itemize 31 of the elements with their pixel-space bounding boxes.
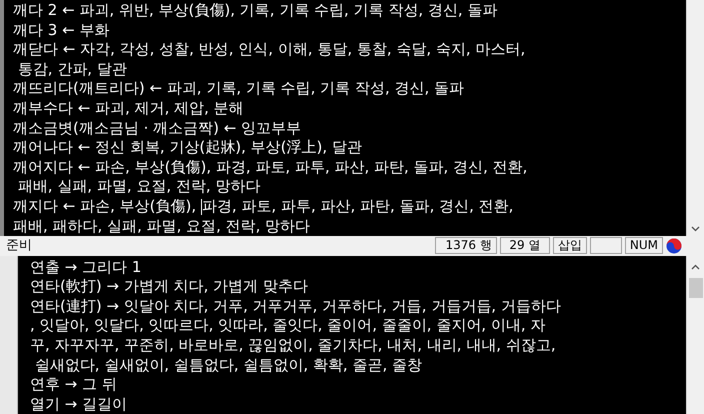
text-line: 쉴새없다, 쉴새없이, 쉴틈없다, 쉴틈없이, 확확, 줄곧, 줄창 [34,356,423,376]
text-line: 패배, 실패, 파멸, 요절, 전락, 망하다 [16,177,262,197]
text-line: , 잇달아, 잇달다, 잇따르다, 잇따라, 줄잇다, 줄이어, 줄줄이, 줄지어, 이내, 자 [30,316,546,336]
text-line: 패배, 패하다, 실패, 파멸, 요절, 전락, 망하다 [13,216,312,236]
scrollbar[interactable] [686,256,704,414]
scroll-thumb[interactable] [688,278,702,298]
line-indicator: 1376 행 [434,237,497,254]
editor-area[interactable] [18,256,686,414]
text-line: 깨지다 ← 파손, 부상(負傷), 파경, 파토, 파투, 파산, 파탄, 돌파, 경신, 전환, [13,196,514,217]
ime-icon[interactable] [666,238,682,254]
text-line: 연타(連打) → 잇달아 치다, 거푸, 거푸거푸, 거푸하다, 거듭, 거듭거듭, 거듭하다 [30,296,562,316]
editor-area[interactable] [0,0,686,236]
text-line: 연타(軟打) → 가볍게 치다, 가볍게 맞추다 [30,277,309,297]
text-line: 깨부수다 ← 파괴, 제거, 제압, 분해 [13,98,245,119]
text-line: 깨어나다 ← 정신 회복, 기상(起牀), 부상(浮上), 달관 [13,138,363,158]
column-indicator: 29 열 [500,237,550,254]
text-line: 깨다 3 ← 부화 [13,20,110,40]
status-message: 준비 [5,237,33,256]
mode-indicator: 삽입 [552,237,587,254]
text-line: 깨소금볏(깨소금님 · 깨소금짝) ← 잉꼬부부 [13,118,302,138]
text-line: 깨닫다 ← 자각, 각성, 성찰, 반성, 인식, 이해, 통달, 통찰, 숙달, 숙지, 마스터, [13,40,526,60]
text-line: 연출 → 그리다 1 [30,258,142,278]
text-line: 깨다 2 ← 파괴, 위반, 부상(負傷), 기록, 기록 수립, 기록 작성, 경신, 돌파 [13,1,498,21]
text-line: 깨뜨리다(깨트리다) ← 파괴, 기록, 기록 수립, 기록 작성, 경신, 돌파 [13,79,466,99]
text-line: 깨어지다 ← 파손, 부상(負傷), 파경, 파토, 파투, 파산, 파탄, 돌파, 경신, 전환, [13,158,528,178]
status-panel [590,237,622,254]
text-line: 꾸, 자꾸자꾸, 꾸준히, 바로바로, 끊임없이, 줄기차다, 내처, 내리, 내내, 쉬잖고, [30,336,557,356]
text-line: 연후 → 그 뒤 [30,375,118,395]
text-line: 통감, 간파, 달관 [16,60,128,80]
num-indicator: NUM [624,237,663,254]
text-line: 열기 → 길길이 [30,394,128,414]
